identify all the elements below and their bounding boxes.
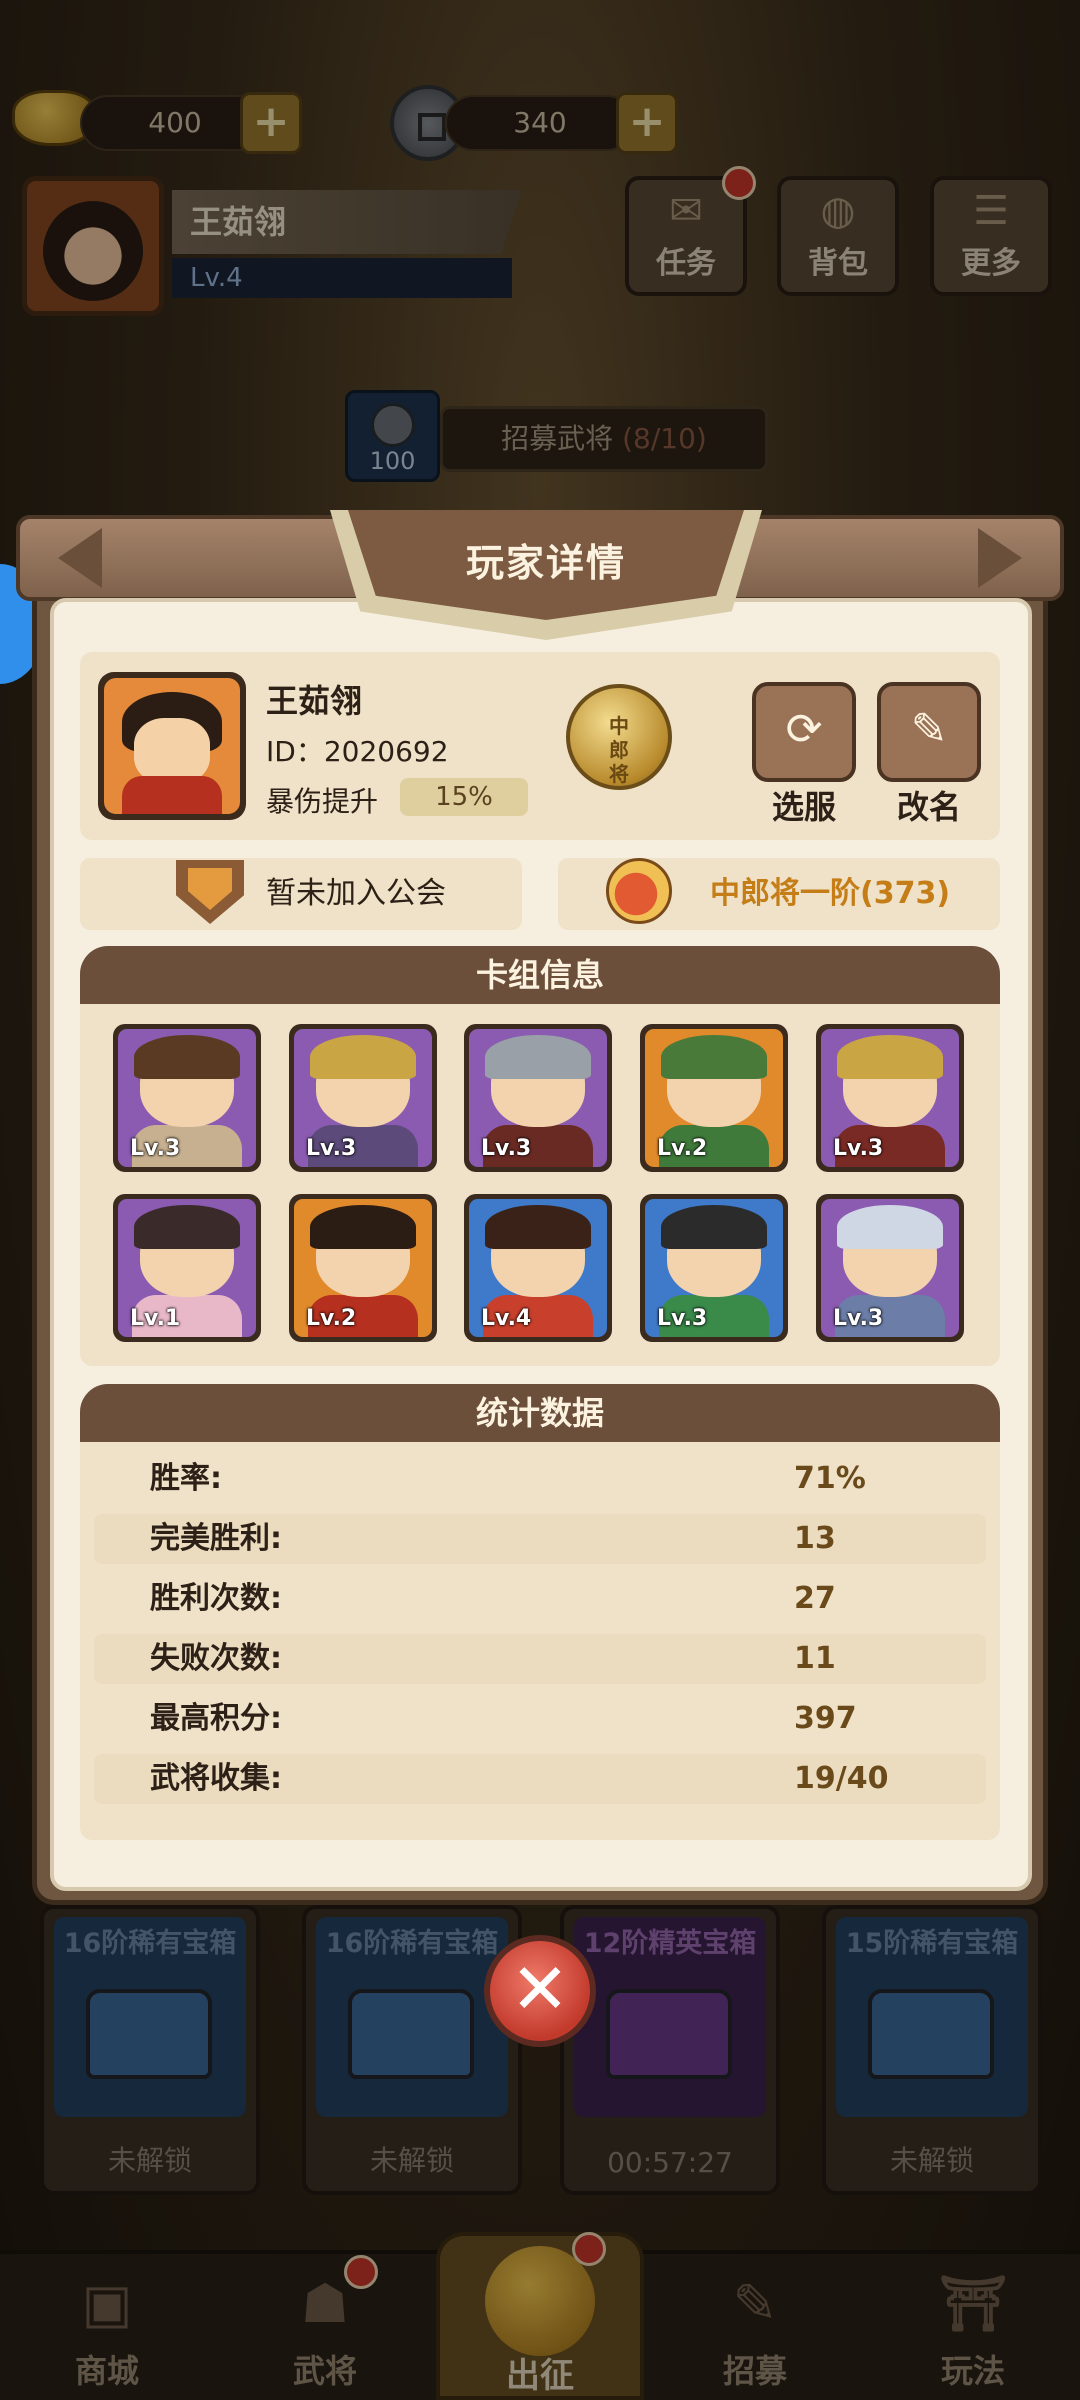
stat-row-wins: 胜利次数: 27 (94, 1574, 986, 1624)
stats-header: 统计数据 (80, 1384, 1000, 1442)
change-server-button[interactable]: ⟳ (752, 682, 856, 782)
rank-label: 中郎将一阶(373) (710, 876, 951, 911)
card-level: Lv.3 (833, 1136, 884, 1161)
stat-label: 失败次数: (150, 1641, 282, 1676)
stat-value: 27 (794, 1581, 836, 1616)
stat-label: 胜率: (150, 1461, 222, 1496)
stat-value: 11 (794, 1641, 836, 1676)
deck-card[interactable]: Lv.3 (816, 1194, 964, 1342)
stat-label: 胜利次数: (150, 1581, 282, 1616)
card-level: Lv.1 (130, 1306, 181, 1331)
card-level: Lv.2 (306, 1306, 357, 1331)
deck-card[interactable]: Lv.3 (289, 1024, 437, 1172)
card-level: Lv.2 (657, 1136, 708, 1161)
crit-value-badge: 15% (400, 778, 528, 816)
rename-label: 改名 (896, 788, 961, 826)
card-portrait: Lv.3 (294, 1029, 432, 1167)
stat-row-losses: 失败次数: 11 (94, 1634, 986, 1684)
profile-id: ID：2020692 (266, 735, 449, 768)
card-hair (661, 1205, 767, 1249)
card-hair (837, 1205, 943, 1249)
rank-medal-text: 中郎将 (609, 714, 629, 786)
stat-label: 最高积分: (150, 1701, 282, 1736)
rank-bag-icon (606, 858, 672, 924)
deck-card[interactable]: Lv.3 (816, 1024, 964, 1172)
stat-row-perfect-wins: 完美胜利: 13 (94, 1514, 986, 1564)
close-button[interactable]: ✕ (484, 1935, 596, 2047)
guild-button[interactable]: 暂未加入公会 (80, 858, 522, 930)
profile-name: 王茹翎 (266, 682, 363, 720)
body (122, 776, 222, 814)
card-portrait: Lv.3 (645, 1199, 783, 1337)
face (134, 718, 210, 784)
stat-label: 武将收集: (150, 1761, 282, 1796)
stat-value: 397 (794, 1701, 857, 1736)
card-level: Lv.3 (306, 1136, 357, 1161)
deck-card[interactable]: Lv.2 (289, 1194, 437, 1342)
stat-value: 19/40 (794, 1761, 889, 1796)
card-level: Lv.3 (481, 1136, 532, 1161)
card-portrait: Lv.3 (469, 1029, 607, 1167)
modal-title: 玩家详情 (465, 541, 626, 585)
profile-avatar (98, 672, 246, 820)
card-level: Lv.3 (657, 1306, 708, 1331)
card-portrait: Lv.4 (469, 1199, 607, 1337)
deck-card[interactable]: Lv.3 (113, 1024, 261, 1172)
card-hair (310, 1035, 416, 1079)
deck-card[interactable]: Lv.3 (464, 1024, 612, 1172)
deck-card[interactable]: Lv.1 (113, 1194, 261, 1342)
crit-label: 暴伤提升 (266, 785, 379, 818)
pencil-icon: ✎ (910, 704, 948, 755)
stat-value: 13 (794, 1521, 836, 1556)
card-level: Lv.4 (481, 1306, 532, 1331)
card-hair (310, 1205, 416, 1249)
deck-header: 卡组信息 (80, 946, 1000, 1004)
card-hair (837, 1035, 943, 1079)
stat-row-win-rate: 胜率: 71% (94, 1454, 986, 1504)
stat-row-collection: 武将收集: 19/40 (94, 1754, 986, 1804)
card-portrait: Lv.2 (645, 1029, 783, 1167)
card-portrait: Lv.3 (821, 1029, 959, 1167)
card-hair (485, 1205, 591, 1249)
card-level: Lv.3 (833, 1306, 884, 1331)
card-portrait: Lv.3 (821, 1199, 959, 1337)
deck-card[interactable]: Lv.3 (640, 1194, 788, 1342)
card-portrait: Lv.2 (294, 1199, 432, 1337)
deck-card[interactable]: Lv.4 (464, 1194, 612, 1342)
card-hair (134, 1035, 240, 1079)
deck-card[interactable]: Lv.2 (640, 1024, 788, 1172)
stat-value: 71% (794, 1461, 866, 1496)
close-icon: ✕ (510, 1948, 570, 2030)
card-level: Lv.3 (130, 1136, 181, 1161)
left-arrow-icon (58, 528, 102, 588)
refresh-icon: ⟳ (785, 704, 823, 755)
stat-row-high-score: 最高积分: 397 (94, 1694, 986, 1744)
card-hair (485, 1035, 591, 1079)
right-arrow-icon (978, 528, 1022, 588)
card-portrait: Lv.3 (118, 1029, 256, 1167)
rank-medal-icon: 中郎将 (566, 684, 672, 790)
change-server-label: 选服 (771, 788, 836, 826)
guild-label: 暂未加入公会 (266, 876, 446, 911)
card-hair (134, 1205, 240, 1249)
card-portrait: Lv.1 (118, 1199, 256, 1337)
stat-label: 完美胜利: (150, 1521, 282, 1556)
rename-button[interactable]: ✎ (877, 682, 981, 782)
card-hair (661, 1035, 767, 1079)
